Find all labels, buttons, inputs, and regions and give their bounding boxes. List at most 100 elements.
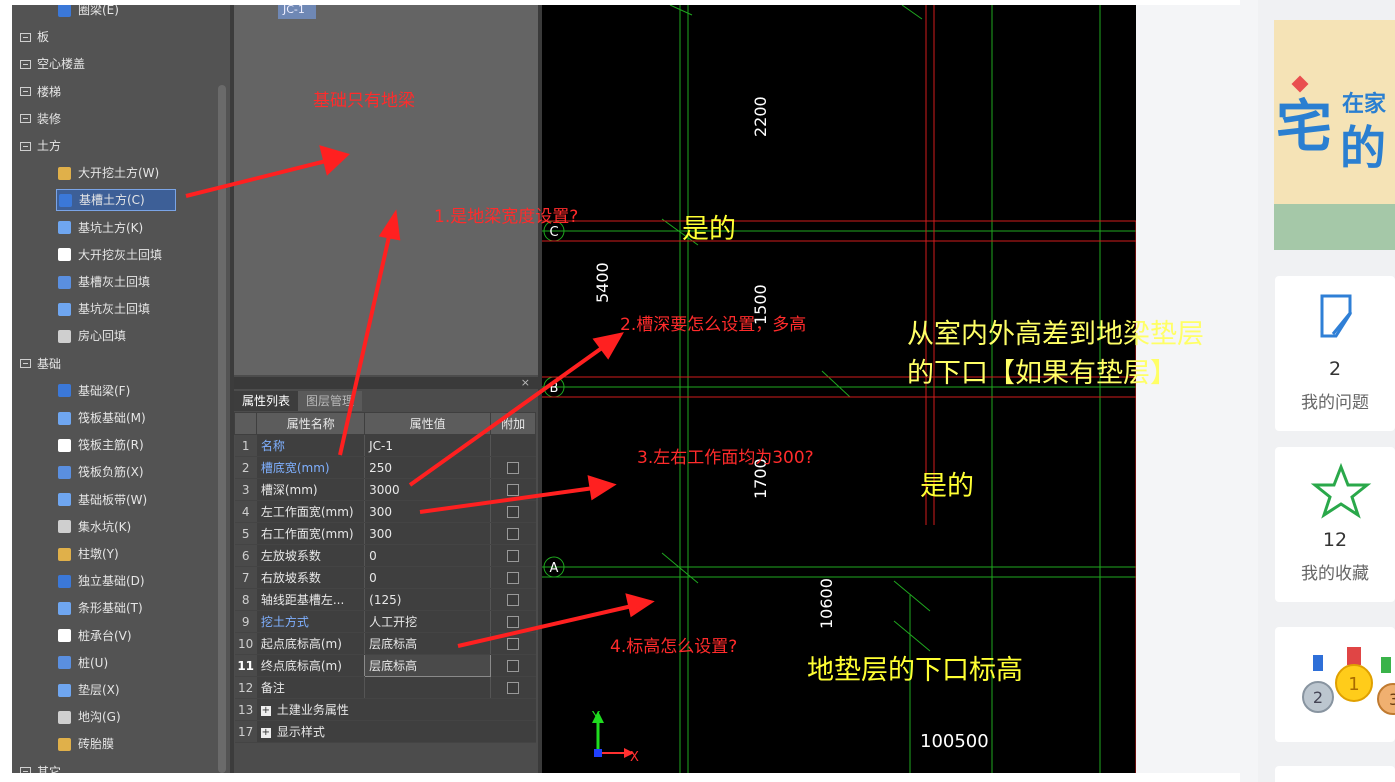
attach-checkbox[interactable] xyxy=(507,528,520,540)
property-value[interactable]: (125) xyxy=(364,588,491,611)
property-row[interactable]: 9 挖土方式 人工开挖 xyxy=(234,610,536,633)
attach-checkbox[interactable] xyxy=(507,550,520,562)
property-value[interactable]: 3000 xyxy=(364,478,491,501)
promo-banner[interactable]: 宅 在家 的 xyxy=(1274,20,1395,250)
property-value[interactable]: 250 xyxy=(364,456,491,479)
medals-card[interactable]: 2 1 3 xyxy=(1275,627,1395,742)
attach-checkbox[interactable] xyxy=(507,594,520,606)
component-list-area: JC-1 xyxy=(234,5,538,375)
component-chip[interactable]: JC-1 xyxy=(278,5,316,19)
tree-item[interactable]: 筏板负筋(X) xyxy=(58,461,148,483)
tree-item[interactable]: 集水坑(K) xyxy=(58,516,135,538)
expand-icon[interactable] xyxy=(20,32,31,42)
collapse-icon[interactable] xyxy=(20,141,31,151)
tree-item[interactable]: 筏板主筋(R) xyxy=(58,434,148,456)
tree-scrollbar[interactable] xyxy=(218,85,226,773)
attach-cell xyxy=(490,654,536,677)
tree-item[interactable]: 其它 xyxy=(20,761,61,773)
my-questions-card[interactable]: 2 我的问题 xyxy=(1275,276,1395,431)
attach-checkbox[interactable] xyxy=(507,462,520,474)
property-value[interactable]: 0 xyxy=(364,566,491,589)
tree-item[interactable]: 板 xyxy=(20,26,49,48)
tree-item[interactable]: 筏板基础(M) xyxy=(58,407,150,429)
tree-item[interactable]: 基槽灰土回填 xyxy=(58,271,154,293)
attach-cell xyxy=(490,522,536,545)
tree-item[interactable]: 基础梁(F) xyxy=(58,380,134,402)
property-row[interactable]: 2 槽底宽(mm) 250 xyxy=(234,456,536,479)
property-row[interactable]: 12 备注 xyxy=(234,676,536,699)
attach-checkbox[interactable] xyxy=(507,506,520,518)
tree-item[interactable]: 基坑土方(K) xyxy=(58,217,147,239)
attach-checkbox[interactable] xyxy=(507,660,520,672)
tree-item[interactable]: 基槽土方(C) xyxy=(56,189,176,212)
next-card xyxy=(1275,766,1395,782)
attach-cell xyxy=(490,610,536,633)
tree-item[interactable]: 条形基础(T) xyxy=(58,597,147,619)
collapse-icon[interactable] xyxy=(20,359,31,369)
expand-plus-icon[interactable]: + xyxy=(260,727,271,738)
banner-ground xyxy=(1274,204,1395,250)
tree-item[interactable]: 装修 xyxy=(20,108,61,130)
props-close-icon[interactable]: × xyxy=(521,376,530,389)
tree-item[interactable]: 大开挖灰土回填 xyxy=(58,244,166,266)
property-row[interactable]: 13 + 土建业务属性 xyxy=(234,698,536,721)
property-value[interactable]: JC-1 xyxy=(364,434,491,457)
attach-checkbox[interactable] xyxy=(507,484,520,496)
component-icon xyxy=(58,5,71,17)
tree-item[interactable]: 桩(U) xyxy=(58,652,112,674)
tab-layers[interactable]: 图层管理 xyxy=(298,391,363,411)
property-row[interactable]: 17 + 显示样式 xyxy=(234,720,536,743)
row-index: 11 xyxy=(234,654,257,677)
tree-item[interactable]: 楼梯 xyxy=(20,81,61,103)
property-row[interactable]: 11 终点底标高(m) 层底标高 xyxy=(234,654,536,677)
tree-item[interactable]: 圈梁(E) xyxy=(58,5,123,21)
tree-item[interactable]: 土方 xyxy=(20,135,61,157)
attach-checkbox[interactable] xyxy=(507,616,520,628)
tree-item[interactable]: 独立基础(D) xyxy=(58,570,149,592)
component-icon xyxy=(58,329,71,343)
tree-item[interactable]: 基坑灰土回填 xyxy=(58,298,154,320)
attach-cell xyxy=(490,434,536,457)
expand-icon[interactable] xyxy=(20,114,31,124)
property-row[interactable]: 7 右放坡系数 0 xyxy=(234,566,536,589)
tab-properties[interactable]: 属性列表 xyxy=(234,391,299,411)
attach-checkbox[interactable] xyxy=(507,638,520,650)
property-value[interactable]: 层底标高 xyxy=(364,654,492,677)
tree-item[interactable]: 柱墩(Y) xyxy=(58,543,123,565)
property-row[interactable]: 6 左放坡系数 0 xyxy=(234,544,536,567)
tree-item[interactable]: 大开挖土方(W) xyxy=(58,162,163,184)
attach-cell xyxy=(490,566,536,589)
property-value[interactable]: 层底标高 xyxy=(364,632,491,655)
tree-item[interactable]: 空心楼盖 xyxy=(20,53,85,75)
annotation-red-5: 4.标高怎么设置? xyxy=(610,637,738,657)
expand-icon[interactable] xyxy=(20,87,31,97)
my-favorites-card[interactable]: 12 我的收藏 xyxy=(1275,447,1395,602)
property-row[interactable]: 10 起点底标高(m) 层底标高 xyxy=(234,632,536,655)
property-row[interactable]: 8 轴线距基槽左... (125) xyxy=(234,588,536,611)
property-row[interactable]: 3 槽深(mm) 3000 xyxy=(234,478,536,501)
tree-item[interactable]: 基础板带(W) xyxy=(58,489,151,511)
property-name-text: 轴线距基槽左... xyxy=(260,593,345,607)
tree-item[interactable]: 砖胎膜 xyxy=(58,733,118,755)
property-row[interactable]: 5 右工作面宽(mm) 300 xyxy=(234,522,536,545)
tree-item[interactable]: 地沟(G) xyxy=(58,706,125,728)
expand-plus-icon[interactable]: + xyxy=(260,705,271,716)
tree-item-label: 大开挖灰土回填 xyxy=(78,247,163,262)
attach-checkbox[interactable] xyxy=(507,572,520,584)
tree-item[interactable]: 垫层(X) xyxy=(58,679,124,701)
property-value[interactable]: 0 xyxy=(364,544,491,567)
tree-item[interactable]: 桩承台(V) xyxy=(58,625,136,647)
property-value[interactable] xyxy=(364,676,491,699)
property-row[interactable]: 4 左工作面宽(mm) 300 xyxy=(234,500,536,523)
row-index: 7 xyxy=(234,566,257,589)
property-value[interactable]: 300 xyxy=(364,522,491,545)
component-icon xyxy=(58,601,71,615)
expand-icon[interactable] xyxy=(20,59,31,69)
expand-icon[interactable] xyxy=(20,767,31,773)
attach-checkbox[interactable] xyxy=(507,682,520,694)
property-value[interactable]: 人工开挖 xyxy=(364,610,491,633)
tree-item[interactable]: 房心回填 xyxy=(58,325,130,347)
tree-item[interactable]: 基础 xyxy=(20,353,61,375)
property-value[interactable]: 300 xyxy=(364,500,491,523)
property-row[interactable]: 1 名称 JC-1 xyxy=(234,434,536,457)
